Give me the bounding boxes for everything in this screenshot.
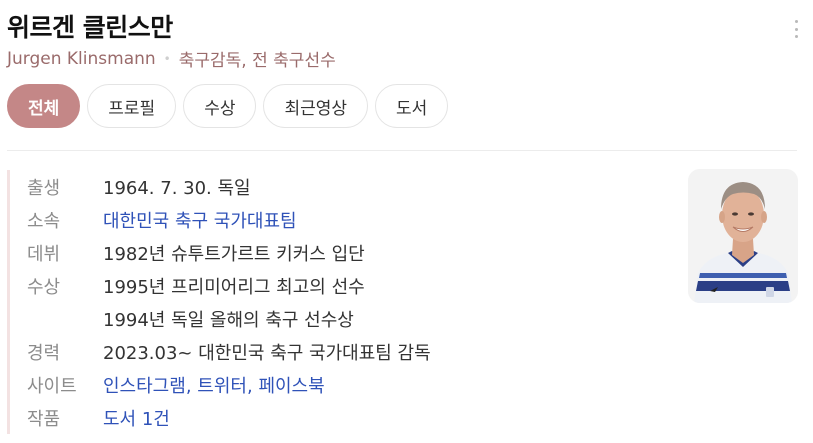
english-name: Jurgen Klinsmann — [7, 48, 156, 69]
facebook-link[interactable]: 페이스북 — [258, 376, 324, 397]
info-label: 수상 — [27, 276, 61, 298]
subtitle-separator: • — [163, 51, 171, 66]
team-link[interactable]: 대한민국 축구 국가대표팀 — [103, 207, 297, 233]
info-row-birth: 출생 1964. 7. 30. 독일 — [27, 170, 707, 203]
books-link[interactable]: 도서 1건 — [103, 405, 170, 431]
info-row-site: 사이트 인스타그램, 트위터, 페이스북 — [27, 368, 707, 401]
info-value: 1982년 슈투트가르트 키커스 입단 — [103, 243, 365, 265]
twitter-link[interactable]: 트위터 — [197, 376, 247, 397]
info-row-award: 수상 1995년 프리미어리그 최고의 선수 — [27, 269, 707, 302]
info-row-award-2: 1994년 독일 올해의 축구 선수상 — [27, 302, 707, 335]
tab-awards[interactable]: 수상 — [183, 84, 257, 128]
tab-all[interactable]: 전체 — [7, 84, 81, 128]
info-label: 데뷔 — [27, 243, 61, 265]
page-title: 위르겐 클린스만 — [7, 13, 173, 42]
occupation: 축구감독, 전 축구선수 — [178, 51, 336, 71]
link-separator: , — [246, 375, 253, 397]
tab-bar: 전체 프로필 수상 최근영상 도서 — [7, 84, 449, 128]
info-row-team: 소속 대한민국 축구 국가대표팀 — [27, 203, 707, 236]
portrait-image — [688, 169, 798, 303]
info-label: 경력 — [27, 342, 61, 364]
info-label: 출생 — [27, 177, 61, 199]
tab-profile[interactable]: 프로필 — [87, 84, 177, 128]
info-row-career: 경력 2023.03~ 대한민국 축구 국가대표팀 감독 — [27, 335, 707, 368]
profile-info: 출생 1964. 7. 30. 독일 소속 대한민국 축구 국가대표팀 데뷔 1… — [7, 170, 707, 434]
info-value: 1964. 7. 30. 독일 — [103, 177, 251, 199]
info-value: 2023.03~ 대한민국 축구 국가대표팀 감독 — [103, 342, 431, 364]
more-vertical-icon[interactable] — [793, 20, 799, 38]
profile-photo[interactable] — [688, 169, 798, 303]
instagram-link[interactable]: 인스타그램 — [103, 376, 186, 397]
info-label: 작품 — [27, 408, 61, 430]
link-separator: , — [185, 375, 192, 397]
tab-books[interactable]: 도서 — [375, 84, 449, 128]
info-label: 소속 — [27, 210, 61, 232]
info-row-works: 작품 도서 1건 — [27, 401, 707, 434]
divider — [7, 150, 797, 151]
info-value: 1995년 프리미어리그 최고의 선수 — [103, 276, 365, 298]
info-label: 사이트 — [27, 375, 77, 397]
site-links: 인스타그램, 트위터, 페이스북 — [103, 372, 325, 398]
info-value: 1994년 독일 올해의 축구 선수상 — [103, 309, 354, 331]
info-row-debut: 데뷔 1982년 슈투트가르트 키커스 입단 — [27, 236, 707, 269]
tab-recent-videos[interactable]: 최근영상 — [263, 84, 369, 128]
subtitle: Jurgen Klinsmann • 축구감독, 전 축구선수 — [7, 46, 336, 72]
